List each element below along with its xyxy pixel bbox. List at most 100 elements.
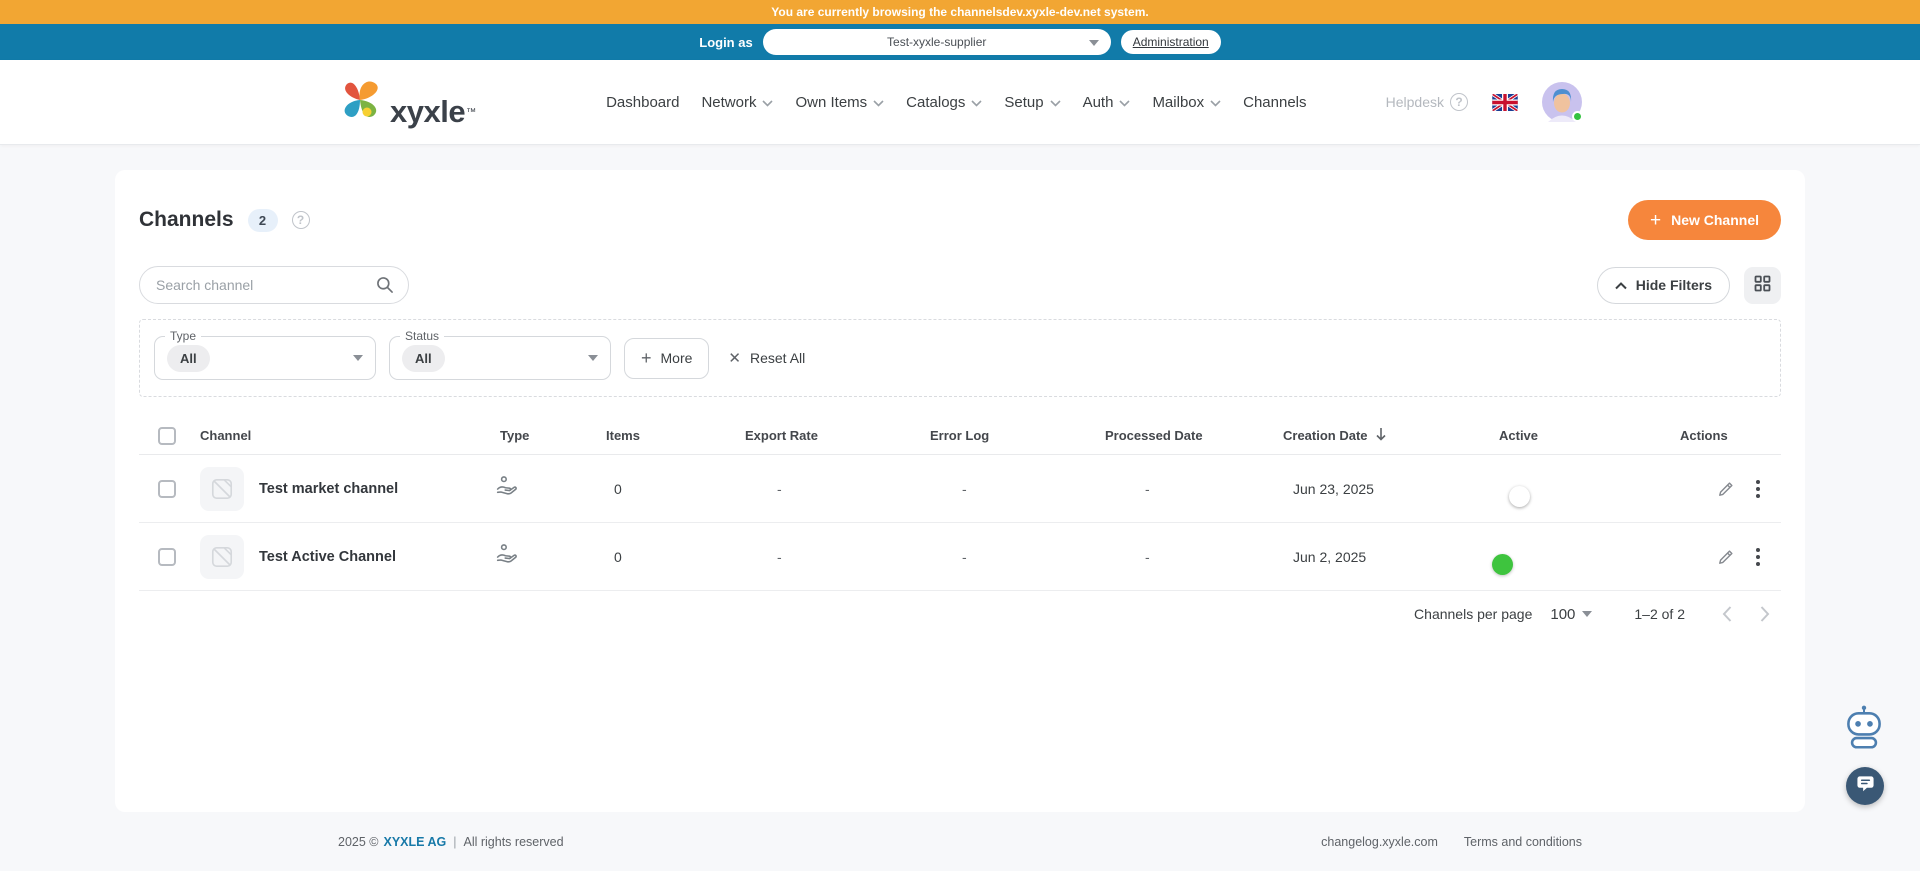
status-filter-select[interactable]: Status All: [389, 329, 611, 380]
table-row: Test Active Channel 0 - - - Jun 2, 2025: [139, 523, 1781, 591]
channels-count-badge: 2: [247, 208, 278, 232]
xyxle-logo-icon: [338, 78, 382, 127]
creation-date-value: Jun 23, 2025: [1293, 480, 1374, 497]
status-filter-value-chip: All: [402, 344, 445, 372]
type-filter-value-chip: All: [167, 344, 210, 372]
nav-item-dashboard[interactable]: Dashboard: [598, 86, 687, 119]
footer-rights: All rights reserved: [463, 834, 564, 849]
chevron-down-icon: [588, 355, 598, 361]
chevron-down-icon: [1088, 33, 1099, 51]
edit-button[interactable]: [1716, 479, 1736, 499]
chat-messenger-button[interactable]: [1846, 767, 1884, 805]
hand-coin-icon: [490, 542, 596, 572]
error-log-value: -: [962, 548, 967, 565]
creation-date-value: Jun 2, 2025: [1293, 548, 1367, 565]
items-count: 0: [614, 480, 622, 497]
chevron-down-icon: [1119, 94, 1131, 111]
xyxle-logo[interactable]: xyxle™: [338, 78, 476, 127]
row-menu-kebab-icon[interactable]: [1756, 479, 1760, 498]
channels-card: Channels 2 ? + New Channel Hide Filters: [115, 170, 1805, 812]
nav-item-network[interactable]: Network: [693, 86, 781, 119]
chevron-down-icon: [762, 94, 774, 111]
header-export-rate: Export Rate: [745, 428, 818, 443]
login-as-bar: Login as Test-xyxle-supplier Administrat…: [0, 24, 1920, 60]
terms-link[interactable]: Terms and conditions: [1464, 835, 1582, 849]
nav-item-setup[interactable]: Setup: [996, 86, 1068, 119]
export-rate-value: -: [777, 548, 782, 565]
no-image-icon: [200, 534, 244, 579]
next-page-button[interactable]: [1759, 605, 1771, 623]
new-channel-button[interactable]: + New Channel: [1627, 200, 1781, 240]
table-row: Test market channel 0 - - - Jun 23, 2025: [139, 455, 1781, 523]
footer-company-link[interactable]: XYXLE AG: [384, 835, 447, 849]
nav-item-catalogs[interactable]: Catalogs: [898, 86, 990, 119]
header-creation-date[interactable]: Creation Date: [1273, 427, 1489, 444]
changelog-link[interactable]: changelog.xyxle.com: [1321, 835, 1438, 849]
chevron-down-icon: [1050, 94, 1061, 111]
page-title: Channels: [139, 208, 234, 231]
login-as-select[interactable]: Test-xyxle-supplier: [762, 29, 1111, 55]
type-filter-label: Type: [165, 329, 202, 343]
chatbot-robot-icon[interactable]: [1842, 704, 1886, 757]
header-channel: Channel: [200, 428, 252, 443]
grid-icon: [1754, 275, 1771, 295]
type-filter-select[interactable]: Type All: [154, 329, 376, 380]
row-menu-kebab-icon[interactable]: [1756, 547, 1760, 566]
language-flag-icon[interactable]: [1492, 93, 1518, 111]
logo-wordmark: xyxle: [390, 93, 466, 129]
chevron-down-icon: [1582, 611, 1593, 617]
edit-button[interactable]: [1716, 547, 1736, 567]
footer-separator: |: [453, 834, 457, 849]
helpdesk-button[interactable]: Helpdesk ?: [1386, 93, 1468, 111]
nav-item-own-items[interactable]: Own Items: [787, 86, 892, 119]
search-icon: [375, 275, 395, 300]
nav-item-channels[interactable]: Channels: [1235, 86, 1314, 119]
header-actions: Actions: [1680, 428, 1728, 443]
hand-coin-icon: [490, 474, 596, 504]
header-processed-date: Processed Date: [1105, 428, 1203, 443]
search-input[interactable]: [139, 266, 409, 304]
app-header: xyxle™ Dashboard Network Own Items Catal…: [0, 60, 1920, 145]
channel-name-link[interactable]: Test market channel: [259, 481, 398, 497]
close-icon: ✕: [728, 350, 741, 367]
previous-page-button[interactable]: [1721, 605, 1733, 623]
row-checkbox[interactable]: [158, 479, 176, 498]
chevron-down-icon: [971, 94, 982, 111]
page-help-icon[interactable]: ?: [291, 211, 310, 229]
chevron-up-icon: [1615, 277, 1627, 293]
pagination-range: 1–2 of 2: [1634, 606, 1685, 622]
status-filter-label: Status: [400, 329, 445, 343]
main-content: Channels 2 ? + New Channel Hide Filters: [0, 145, 1920, 812]
grid-view-button[interactable]: [1744, 266, 1781, 304]
processed-date-value: -: [1145, 480, 1150, 497]
header-error-log: Error Log: [930, 428, 990, 443]
hide-filters-button[interactable]: Hide Filters: [1596, 266, 1730, 304]
main-nav: Dashboard Network Own Items Catalogs Set…: [598, 86, 1314, 119]
nav-item-mailbox[interactable]: Mailbox: [1144, 86, 1229, 119]
chevron-down-icon: [873, 94, 884, 111]
table-header-row: Channel Type Items Export Rate Error Log…: [139, 417, 1781, 455]
per-page-select[interactable]: 100: [1550, 606, 1593, 623]
login-as-label: Login as: [699, 34, 753, 50]
plus-icon: +: [1649, 209, 1662, 231]
pagination: Channels per page 100 1–2 of 2: [139, 605, 1781, 623]
channel-name-link[interactable]: Test Active Channel: [259, 549, 396, 565]
nav-item-auth[interactable]: Auth: [1075, 86, 1139, 119]
chat-bubble-icon: [1856, 774, 1875, 798]
environment-banner-text: You are currently browsing the channelsd…: [771, 5, 1149, 19]
channels-table: Channel Type Items Export Rate Error Log…: [139, 417, 1781, 591]
error-log-value: -: [962, 480, 967, 497]
online-status-dot: [1572, 111, 1583, 122]
administration-button[interactable]: Administration: [1120, 30, 1221, 54]
select-all-checkbox[interactable]: [158, 426, 176, 445]
chevron-down-icon: [1210, 94, 1221, 111]
more-filters-button[interactable]: + More: [624, 337, 710, 379]
header-active: Active: [1499, 428, 1539, 443]
chevron-down-icon: [353, 355, 363, 361]
user-avatar[interactable]: [1542, 82, 1583, 122]
reset-all-filters-button[interactable]: ✕ Reset All: [728, 349, 805, 367]
filters-panel: Type All Status All + More ✕ Reset All: [139, 319, 1781, 397]
page-footer: 2025 © XYXLE AG | All rights reserved ch…: [0, 812, 1920, 871]
header-type: Type: [500, 428, 530, 443]
row-checkbox[interactable]: [158, 547, 176, 566]
